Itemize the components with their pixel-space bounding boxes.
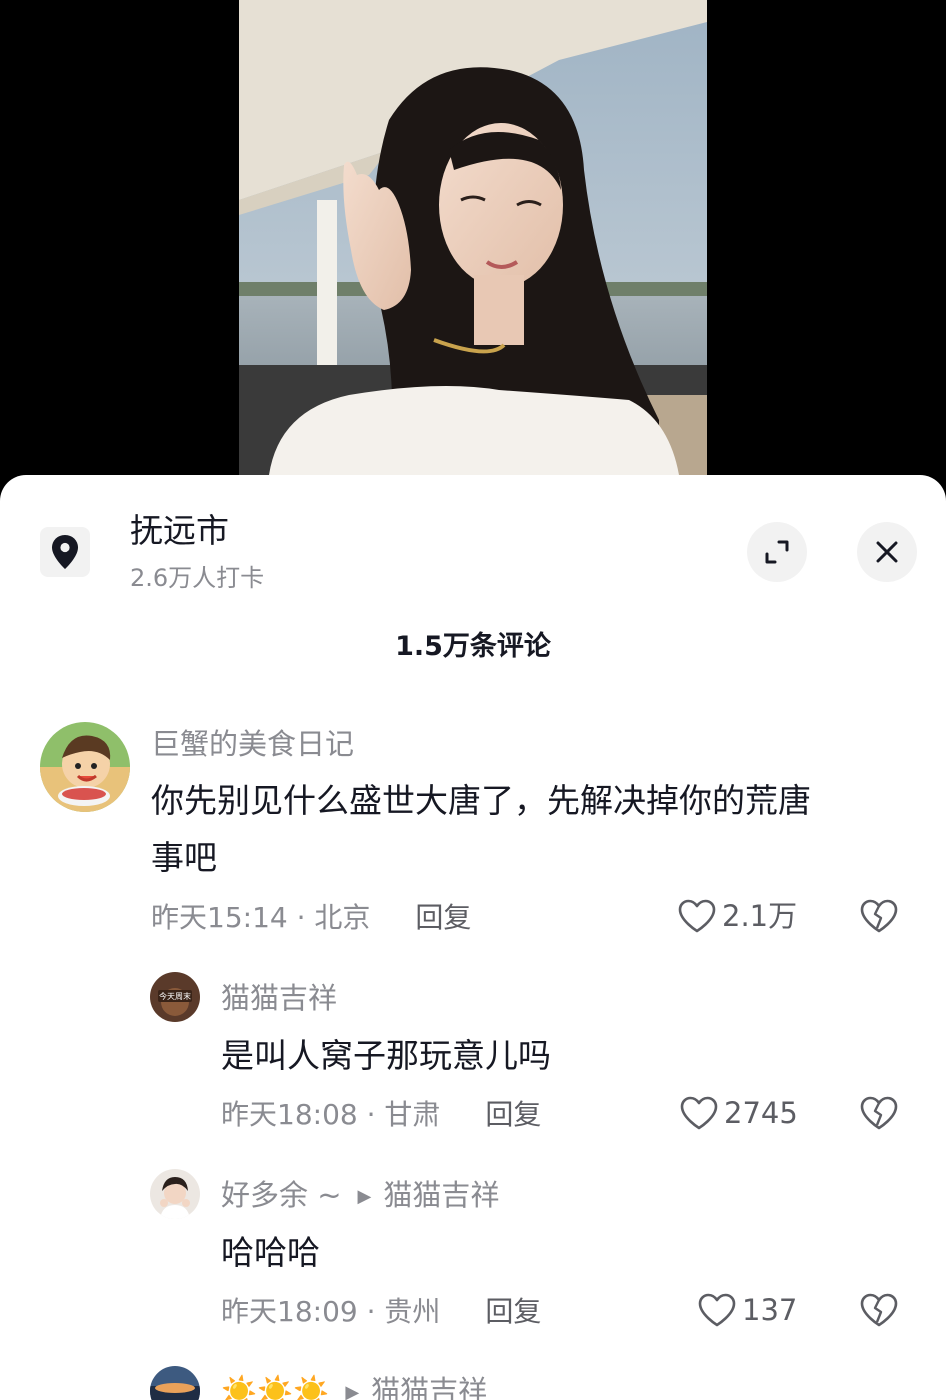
broken-heart-icon [860, 1096, 898, 1130]
like-button[interactable]: 2745 [680, 1095, 798, 1131]
reply-button[interactable]: 回复 [485, 1295, 541, 1328]
avatar-text: 今天周末 [159, 991, 191, 1001]
expand-button[interactable] [747, 522, 807, 582]
avatar[interactable] [150, 1169, 200, 1219]
like-count: 137 [742, 1293, 798, 1327]
dislike-button[interactable] [860, 1293, 898, 1331]
location-name[interactable]: 抚远市 [130, 511, 229, 551]
comment-text: 哈哈哈 [221, 1233, 320, 1272]
comment-username[interactable]: 好多余 ~ [221, 1178, 342, 1212]
video-frame[interactable] [239, 0, 707, 475]
location-checkin-count: 2.6万人打卡 [130, 564, 265, 592]
video-thumbnail-image [239, 0, 707, 475]
comment-count-title: 1.5万条评论 [395, 631, 551, 662]
like-count: 2745 [724, 1096, 798, 1130]
dislike-button[interactable] [860, 899, 898, 937]
reply-to-username[interactable]: 猫猫吉祥 [371, 1374, 487, 1400]
close-icon [876, 541, 898, 563]
comment-meta: 昨天18:08 · 甘肃 回复 [221, 1098, 542, 1131]
app-root: 抚远市 2.6万人打卡 1.5万条评论 巨蟹的美食日记 你先别见什么盛世大唐了，… [0, 0, 946, 1400]
like-count: 2.1万 [722, 899, 798, 933]
heart-icon [698, 1293, 736, 1327]
reply-arrow-icon: ▶ [357, 1186, 372, 1207]
comment-location: 贵州 [384, 1295, 441, 1328]
comment-username[interactable]: ☀️☀️☀️ [221, 1374, 329, 1400]
broken-heart-icon [860, 899, 898, 933]
like-button[interactable]: 137 [698, 1292, 797, 1328]
comment-time: 昨天18:09 [221, 1295, 358, 1328]
comment-location: 北京 [314, 901, 371, 934]
reply-button[interactable]: 回复 [415, 901, 471, 934]
avatar-image [150, 1366, 200, 1400]
avatar[interactable]: 今天周末 [150, 972, 200, 1022]
comment-meta: 昨天15:14 · 北京 回复 [151, 901, 472, 934]
avatar-cartoon-image [40, 722, 130, 812]
avatar-image [150, 1169, 200, 1219]
comment-text-line-1: 你先别见什么盛世大唐了，先解决掉你的荒唐 [151, 781, 811, 820]
close-button[interactable] [857, 522, 917, 582]
comment-username[interactable]: 猫猫吉祥 [221, 980, 337, 1016]
comment-text: 是叫人窝子那玩意儿吗 [221, 1036, 551, 1075]
avatar-image: 今天周末 [150, 972, 200, 1022]
reply-arrow-icon: ▶ [345, 1382, 360, 1400]
broken-heart-icon [860, 1293, 898, 1327]
comment-time: 昨天18:08 [221, 1098, 358, 1131]
reply-to-username[interactable]: 猫猫吉祥 [383, 1178, 499, 1212]
avatar[interactable] [150, 1366, 200, 1400]
heart-icon [680, 1096, 718, 1130]
avatar[interactable] [40, 722, 130, 812]
comment-username[interactable]: 巨蟹的美食日记 [151, 726, 354, 762]
reply-button[interactable]: 回复 [485, 1098, 541, 1131]
comment-text-line-2: 事吧 [151, 838, 217, 877]
like-button[interactable]: 2.1万 [678, 898, 797, 934]
comment-location: 甘肃 [384, 1098, 441, 1131]
location-card[interactable] [40, 527, 90, 577]
comment-meta: 昨天18:09 · 贵州 回复 [221, 1295, 542, 1328]
comment-sheet: 抚远市 2.6万人打卡 1.5万条评论 巨蟹的美食日记 你先别见什么盛世大唐了，… [0, 475, 946, 1400]
comment-reply-header: 好多余 ~ ▶ 猫猫吉祥 [221, 1177, 499, 1215]
location-pin-icon [52, 535, 78, 569]
expand-icon [765, 540, 789, 564]
comment-reply-header: ☀️☀️☀️ ▶ 猫猫吉祥 [221, 1373, 487, 1400]
dislike-button[interactable] [860, 1096, 898, 1134]
heart-icon [678, 899, 716, 933]
comment-time: 昨天15:14 [151, 901, 288, 934]
video-player[interactable] [0, 0, 946, 500]
